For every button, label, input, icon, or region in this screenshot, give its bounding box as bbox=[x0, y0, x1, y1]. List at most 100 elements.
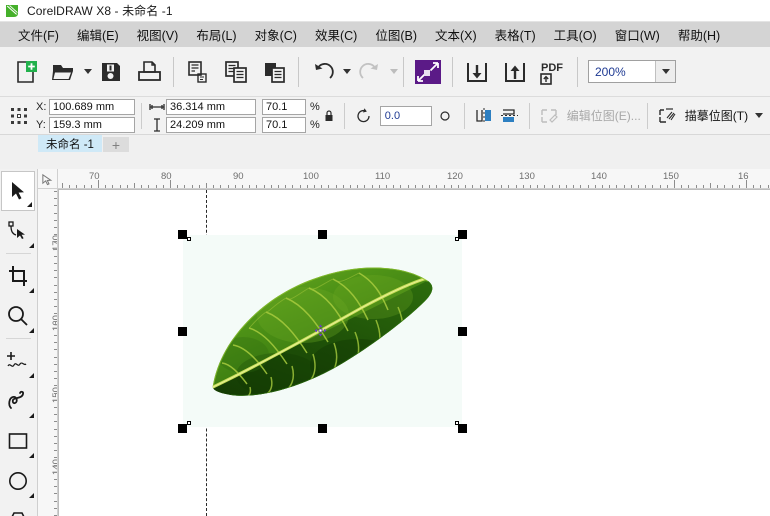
shape-tool[interactable] bbox=[0, 211, 36, 251]
degree-circle-icon bbox=[432, 103, 458, 129]
print-button[interactable] bbox=[130, 52, 168, 92]
trace-bitmap-caret-icon[interactable] bbox=[755, 113, 763, 118]
menu-item-edit[interactable]: 编辑(E) bbox=[68, 23, 128, 46]
menu-item-text[interactable]: 文本(X) bbox=[426, 23, 486, 46]
selection-handle-top-right[interactable] bbox=[458, 230, 467, 239]
zoom-dropdown-caret-icon[interactable] bbox=[655, 61, 675, 82]
ruler-tick bbox=[595, 185, 596, 188]
menu-item-bitmaps[interactable]: 位图(B) bbox=[366, 23, 426, 46]
toolbar-separator bbox=[452, 57, 453, 87]
ruler-tick bbox=[98, 180, 99, 188]
ruler-origin-icon bbox=[41, 173, 54, 186]
zoom-level-combobox[interactable]: 200% bbox=[588, 60, 676, 83]
selection-handle-bottom-right[interactable] bbox=[458, 424, 467, 433]
ruler-tick bbox=[386, 185, 387, 188]
redo-button[interactable] bbox=[351, 52, 389, 92]
ruler-tick bbox=[768, 185, 769, 188]
selection-corner-marker-bottom-right bbox=[455, 421, 459, 425]
add-document-tab-button[interactable]: + bbox=[103, 137, 129, 152]
corel-connect-button[interactable] bbox=[409, 52, 447, 92]
ruler-tick bbox=[631, 185, 632, 188]
artistic-media-tool[interactable] bbox=[0, 381, 36, 421]
scale-x-input[interactable]: 70.1 bbox=[262, 99, 306, 115]
lock-closed-icon[interactable] bbox=[320, 103, 338, 129]
copy-button[interactable] bbox=[217, 52, 255, 92]
x-position-input[interactable]: 100.689 mm bbox=[49, 99, 135, 115]
zoom-tool[interactable] bbox=[0, 296, 36, 336]
ruler-origin-button[interactable] bbox=[38, 169, 58, 189]
redo-dropdown-caret-icon[interactable] bbox=[390, 69, 398, 74]
mirror-vertical-icon[interactable] bbox=[497, 103, 523, 129]
mirror-horizontal-icon[interactable] bbox=[471, 103, 497, 129]
width-input[interactable]: 36.314 mm bbox=[166, 99, 256, 115]
ruler-tick bbox=[760, 185, 761, 188]
ruler-tick bbox=[54, 414, 57, 415]
height-input[interactable]: 24.209 mm bbox=[166, 117, 256, 133]
drawing-canvas[interactable] bbox=[58, 189, 770, 516]
cut-button[interactable] bbox=[179, 52, 217, 92]
y-position-input[interactable]: 159.3 mm bbox=[49, 117, 135, 133]
h-ruler-label: 100 bbox=[303, 171, 319, 182]
import-button[interactable] bbox=[458, 52, 496, 92]
menu-item-object[interactable]: 对象(C) bbox=[246, 23, 306, 46]
save-document-button[interactable] bbox=[92, 52, 130, 92]
rotation-angle-input[interactable]: 0.0 bbox=[380, 106, 432, 126]
menu-item-help[interactable]: 帮助(H) bbox=[669, 23, 729, 46]
menu-item-file[interactable]: 文件(F) bbox=[9, 23, 68, 46]
ruler-tick bbox=[192, 185, 193, 188]
leaf-bitmap[interactable] bbox=[183, 235, 462, 427]
export-pdf-button[interactable]: PDF bbox=[534, 52, 572, 92]
menu-item-tools[interactable]: 工具(O) bbox=[545, 23, 606, 46]
ruler-tick bbox=[559, 185, 560, 188]
ruler-tick bbox=[667, 185, 668, 188]
ruler-tick bbox=[472, 185, 473, 188]
menu-item-view[interactable]: 视图(V) bbox=[128, 23, 188, 46]
ruler-tick bbox=[696, 185, 697, 188]
ruler-tick bbox=[580, 185, 581, 188]
ellipse-tool[interactable] bbox=[0, 461, 36, 501]
new-document-button[interactable] bbox=[7, 52, 45, 92]
selection-handle-bottom-left[interactable] bbox=[178, 424, 187, 433]
vertical-ruler[interactable]: 170 160 150 140 bbox=[38, 189, 58, 516]
selection-handle-middle-left[interactable] bbox=[178, 327, 187, 336]
open-document-button[interactable] bbox=[45, 52, 83, 92]
polygon-tool[interactable] bbox=[0, 501, 36, 516]
ruler-tick bbox=[544, 185, 545, 188]
object-origin-icon[interactable] bbox=[6, 103, 32, 129]
trace-bitmap-icon[interactable] bbox=[654, 103, 680, 129]
undo-button[interactable] bbox=[304, 52, 342, 92]
menu-item-effects[interactable]: 效果(C) bbox=[306, 23, 366, 46]
pick-tool[interactable] bbox=[1, 171, 35, 211]
object-position-fields: X: 100.689 mm Y: 159.3 mm bbox=[36, 99, 135, 133]
ruler-tick bbox=[54, 450, 57, 451]
scale-y-input[interactable]: 70.1 bbox=[262, 117, 306, 133]
menu-item-window[interactable]: 窗口(W) bbox=[606, 23, 669, 46]
selection-handle-top-center[interactable] bbox=[318, 230, 327, 239]
horizontal-ruler[interactable]: 70 80 90 100 110 120 130 140 150 16 bbox=[58, 169, 770, 189]
ruler-tick bbox=[54, 328, 57, 329]
export-button[interactable] bbox=[496, 52, 534, 92]
undo-dropdown-caret-icon[interactable] bbox=[343, 69, 351, 74]
ruler-tick bbox=[54, 256, 57, 257]
property-separator bbox=[529, 103, 530, 129]
ruler-tick bbox=[54, 493, 57, 494]
ruler-tick bbox=[422, 185, 423, 188]
ruler-tick bbox=[54, 213, 57, 214]
open-dropdown-caret-icon[interactable] bbox=[84, 69, 92, 74]
selection-handle-middle-right[interactable] bbox=[458, 327, 467, 336]
menu-item-table[interactable]: 表格(T) bbox=[486, 23, 545, 46]
trace-bitmap-label[interactable]: 描摹位图(T) bbox=[685, 107, 748, 124]
selection-handle-bottom-center[interactable] bbox=[318, 424, 327, 433]
selection-handle-top-left[interactable] bbox=[178, 230, 187, 239]
ruler-tick bbox=[62, 183, 63, 188]
h-ruler-label: 140 bbox=[591, 171, 607, 182]
ruler-tick bbox=[54, 292, 57, 293]
paste-button[interactable] bbox=[255, 52, 293, 92]
crop-tool[interactable] bbox=[0, 256, 36, 296]
ruler-tick bbox=[501, 185, 502, 188]
freehand-tool[interactable] bbox=[0, 341, 36, 381]
rectangle-tool[interactable] bbox=[0, 421, 36, 461]
ruler-tick bbox=[242, 185, 243, 188]
menu-item-layout[interactable]: 布局(L) bbox=[187, 23, 245, 46]
document-tab-active[interactable]: 未命名 -1 bbox=[38, 135, 102, 152]
